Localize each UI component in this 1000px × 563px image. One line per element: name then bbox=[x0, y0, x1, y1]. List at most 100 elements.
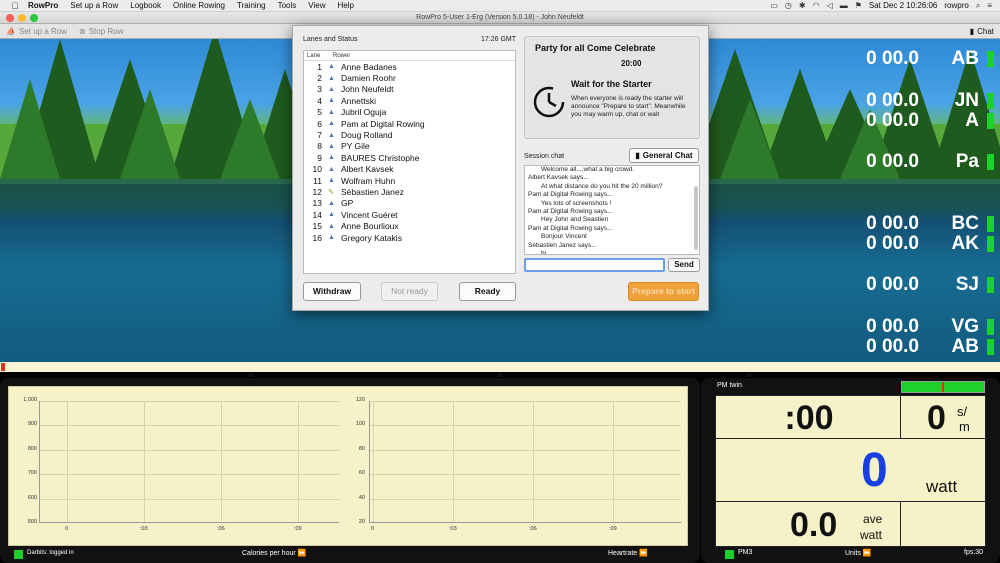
lane-number: 10 bbox=[312, 164, 322, 175]
wait-instructions: When everyone is ready the starter will … bbox=[571, 95, 686, 118]
lane-rower-name: BAURES Christophe bbox=[341, 152, 420, 163]
lane-row[interactable]: 14 ▲ Vincent Guéret bbox=[304, 209, 515, 220]
rower-initials: JN bbox=[954, 90, 979, 111]
rower-initials: AB bbox=[951, 336, 979, 357]
lane-number: 13 bbox=[312, 198, 322, 209]
setup-row-button[interactable]: ⛵ Set up a Row bbox=[0, 27, 73, 36]
lane-rower-name: Doug Rolland bbox=[341, 130, 393, 141]
not-ready-button[interactable]: Not ready bbox=[381, 282, 438, 301]
lanes-list[interactable]: Lane Rower 1 ▲ Anne Badanes 2 ▲ Damien Roohr… bbox=[303, 50, 516, 274]
screen-icon[interactable]: ▭ bbox=[770, 1, 778, 10]
lane-row[interactable]: 16 ▲ Gregory Katakis bbox=[304, 232, 515, 243]
rower-initials: SJ bbox=[955, 274, 979, 295]
bluetooth-icon[interactable]: ✱ bbox=[799, 1, 806, 10]
general-chat-button[interactable]: ▮ General Chat bbox=[629, 148, 699, 163]
minimize-window-button[interactable] bbox=[18, 14, 26, 22]
rower-marker: 0 00.0 Pa bbox=[849, 151, 994, 173]
x-tick: :06 bbox=[529, 526, 537, 532]
chat-bubble-icon: ▮ bbox=[635, 151, 640, 160]
prepare-to-start-button[interactable]: Prepare to start bbox=[628, 282, 699, 301]
rower-marker: 0 00.0 AB bbox=[849, 336, 994, 358]
rower-icon: ▲ bbox=[328, 85, 335, 93]
lane-rower-name: Jubril Oguja bbox=[341, 107, 387, 118]
spotlight-icon[interactable]: ⌕ bbox=[976, 1, 980, 11]
rower-status-bar bbox=[987, 236, 994, 252]
rower-status-bar bbox=[987, 277, 994, 293]
menu-online-rowing[interactable]: Online Rowing bbox=[167, 1, 231, 10]
event-info-panel: Party for all Come Celebrate 20:00 Wait … bbox=[524, 36, 700, 139]
menu-tools[interactable]: Tools bbox=[272, 1, 303, 10]
session-chat-log[interactable]: Welcome all....what a big crowd. Albert … bbox=[524, 165, 700, 255]
lane-row[interactable]: 2 ▲ Damien Roohr bbox=[304, 72, 515, 83]
menu-view[interactable]: View bbox=[302, 1, 331, 10]
chat-toolbar-button[interactable]: ▮ Chat bbox=[970, 27, 1000, 36]
menu-app[interactable]: RowPro bbox=[22, 1, 64, 10]
panel-divider-handle[interactable] bbox=[496, 372, 504, 377]
send-button[interactable]: Send bbox=[668, 258, 700, 272]
lane-rower-name: Wolfram Huhn bbox=[341, 175, 396, 186]
apple-icon[interactable]:  bbox=[8, 1, 22, 11]
lanes-header: Lane Rower bbox=[304, 51, 515, 61]
withdraw-button[interactable]: Withdraw bbox=[303, 282, 361, 301]
watts-value: 0 bbox=[861, 444, 888, 497]
time-machine-icon[interactable]: ◷ bbox=[785, 1, 792, 10]
chat-scrollbar[interactable] bbox=[694, 186, 698, 250]
units-label: Units bbox=[845, 550, 861, 557]
notification-icon[interactable]: ≡ bbox=[987, 1, 992, 10]
lane-row[interactable]: 3 ▲ John Neufeldt bbox=[304, 84, 515, 95]
volume-icon[interactable]: ◁ bbox=[827, 1, 833, 10]
lane-rower-name: Sébastien Janez bbox=[341, 186, 404, 197]
menu-setup[interactable]: Set up a Row bbox=[64, 1, 124, 10]
zoom-window-button[interactable] bbox=[30, 14, 38, 22]
lane-row[interactable]: 4 ▲ Annettski bbox=[304, 95, 515, 106]
lane-number: 2 bbox=[317, 73, 322, 84]
menu-training[interactable]: Training bbox=[231, 1, 272, 10]
rower-icon: ▲ bbox=[328, 120, 335, 128]
lane-row[interactable]: 10 ▲ Albert Kavsek bbox=[304, 164, 515, 175]
lane-row[interactable]: 11 ▲ Wolfram Huhn bbox=[304, 175, 515, 186]
lane-row[interactable]: 13 ▲ GP bbox=[304, 198, 515, 209]
stroke-rate: 0 bbox=[927, 399, 946, 437]
rower-distance: 0 00.0 bbox=[866, 90, 919, 111]
menu-clock[interactable]: Sat Dec 2 10:26:06 bbox=[869, 1, 938, 10]
rower-initials: A bbox=[965, 110, 979, 131]
y-tick: 20 bbox=[358, 519, 365, 525]
calories-selector[interactable]: Calories per hour ⏩ bbox=[242, 549, 306, 557]
panel-divider-handle[interactable] bbox=[745, 372, 753, 377]
chat-line: hi bbox=[541, 250, 547, 255]
stop-row-button[interactable]: ⊗ Stop Row bbox=[73, 27, 129, 36]
chat-line: Pam at Digital Rowing says... bbox=[528, 224, 613, 232]
lane-row[interactable]: 15 ▲ Anne Bourlioux bbox=[304, 220, 515, 231]
menu-help[interactable]: Help bbox=[332, 1, 360, 10]
window-title: RowPro 5-User 1-Erg (Version 5.0.18) - J… bbox=[416, 14, 584, 21]
menu-logbook[interactable]: Logbook bbox=[124, 1, 167, 10]
lane-row[interactable]: 1 ▲ Anne Badanes bbox=[304, 61, 515, 72]
y-tick: 800 bbox=[27, 446, 37, 452]
lane-rower-name: Gregory Katakis bbox=[341, 232, 402, 243]
wait-title: Wait for the Starter bbox=[571, 79, 652, 89]
chat-message-input[interactable] bbox=[524, 258, 665, 272]
menu-user[interactable]: rowpro bbox=[944, 1, 968, 10]
col-lane[interactable]: Lane bbox=[307, 51, 333, 60]
lane-row[interactable]: 6 ▲ Pam at Digital Rowing bbox=[304, 118, 515, 129]
rower-marker: 0 00.0 A bbox=[849, 110, 994, 132]
panel-divider-handle[interactable] bbox=[247, 372, 255, 377]
units-selector[interactable]: Units ⏩ bbox=[845, 549, 872, 557]
flag-icon[interactable]: ⚑ bbox=[855, 1, 862, 10]
close-window-button[interactable] bbox=[6, 14, 14, 22]
ready-button[interactable]: Ready bbox=[459, 282, 516, 301]
heartrate-selector[interactable]: Heartrate ⏩ bbox=[608, 549, 648, 557]
lane-row[interactable]: 12 ✎ Sébastien Janez bbox=[304, 186, 515, 197]
lane-number: 12 bbox=[312, 186, 322, 197]
chat-line: Bonjour Vincent bbox=[541, 233, 587, 241]
rower-marker: 0 00.0 SJ bbox=[849, 274, 994, 296]
lane-row[interactable]: 5 ▲ Jubril Oguja bbox=[304, 107, 515, 118]
lane-row[interactable]: 9 ▲ BAURES Christophe bbox=[304, 152, 515, 163]
wifi-icon[interactable]: ◠ bbox=[813, 1, 820, 10]
lane-row[interactable]: 7 ▲ Doug Rolland bbox=[304, 129, 515, 140]
x-tick: :09 bbox=[294, 526, 302, 532]
lane-row[interactable]: 8 ▲ PY Gile bbox=[304, 141, 515, 152]
col-rower[interactable]: Rower bbox=[333, 51, 350, 60]
chat-line: Pam at Digital Rowing says... bbox=[528, 208, 613, 216]
battery-icon[interactable]: ▬ bbox=[840, 1, 848, 10]
